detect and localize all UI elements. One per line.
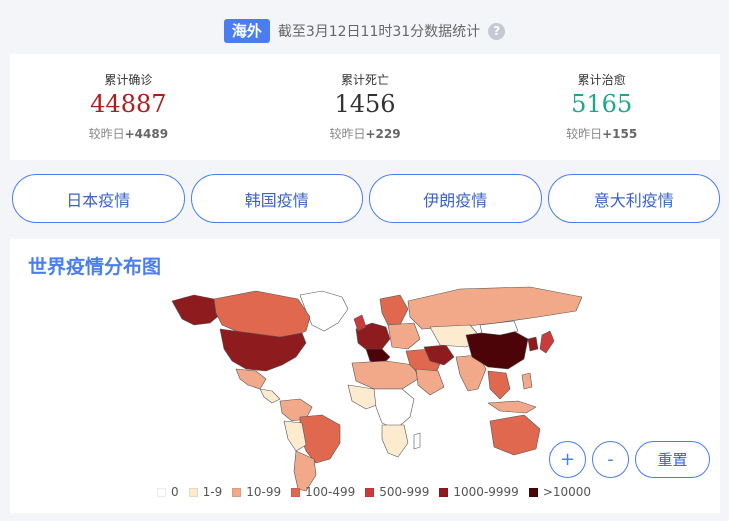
legend-item: >10000 [528,485,592,499]
stat-delta-value: +229 [365,127,401,141]
legend-swatch [157,487,166,497]
region-philippines [521,372,533,390]
tab-korea[interactable]: 韩国疫情 [190,174,363,223]
legend-label: 100-499 [305,485,356,499]
region-peru [283,420,307,452]
stat-delta-prefix: 较昨日 [88,127,125,141]
tab-italy[interactable]: 意大利疫情 [547,174,720,223]
question-icon[interactable]: ? [488,22,506,40]
region-central-africa [373,388,415,430]
region-mexico [235,368,267,390]
region-australia [489,414,541,456]
stat-delta-value: +155 [602,127,638,141]
stat-delta-prefix: 较昨日 [329,127,366,141]
stat-delta-prefix: 较昨日 [566,127,603,141]
legend-swatch [528,487,538,497]
legend-label: 1-9 [202,485,223,499]
stat-value: 5165 [571,90,633,118]
region-korea [527,336,539,352]
stat-delta: 较昨日+229 [329,125,400,142]
stat-label: 累计死亡 [341,73,390,87]
legend-label: 500-999 [379,485,430,499]
zoom-out-button[interactable]: - [592,441,629,478]
region-russia [407,286,583,330]
stat-delta: 较昨日+155 [566,125,637,142]
legend-item: 0 [157,485,179,499]
legend-item: 1000-9999 [439,485,519,499]
legend-label: 10-99 [246,485,282,499]
legend-item: 10-99 [232,485,281,499]
region-south-africa [381,424,409,458]
legend-label: 1000-9999 [453,485,519,499]
stat-deaths: 累计死亡 1456 较昨日+229 [247,54,484,160]
region-usa [219,328,307,372]
tab-japan[interactable]: 日本疫情 [12,174,185,223]
legend-item: 500-999 [365,485,429,499]
world-map-panel: 世界疫情分布图 + - 重置 0 1-9 10-99 100-499 500-9… [10,239,720,513]
region-tag: 海外 [223,19,270,43]
stat-label: 累计确诊 [104,73,153,87]
region-central-america [259,388,281,404]
stat-confirmed: 累计确诊 44887 较昨日+4489 [10,54,247,160]
legend-item: 100-499 [291,485,355,499]
region-se-asia [487,370,511,400]
reset-button[interactable]: 重置 [635,441,710,478]
stat-value: 44887 [90,90,167,118]
legend-label: >10000 [542,485,592,499]
country-tabs: 日本疫情 韩国疫情 伊朗疫情 意大利疫情 [12,174,720,224]
legend-swatch [439,487,449,497]
legend-label: 0 [171,485,179,499]
zoom-in-button[interactable]: + [549,441,586,478]
legend-swatch [232,487,242,497]
stat-time: 截至3月12日11时31分数据统计 [277,24,481,40]
legend-swatch [365,487,375,497]
region-indonesia [487,400,537,414]
stat-delta-value: +4489 [124,127,169,141]
stat-value: 1456 [334,90,396,118]
tab-iran[interactable]: 伊朗疫情 [369,174,542,223]
region-europe-east [387,322,421,350]
legend-item: 1-9 [188,485,223,499]
legend-swatch [188,487,198,497]
stat-label: 累计治愈 [577,73,626,87]
legend-swatch [291,487,301,497]
region-madagascar [413,432,421,450]
region-arabia [415,368,445,396]
stat-recovered: 累计治愈 5165 较昨日+155 [483,54,720,160]
region-scandinavia [379,294,409,326]
region-north-africa [351,360,419,390]
header-bar: 海外 截至3月12日11时31分数据统计 ? [0,16,729,46]
stat-delta: 较昨日+4489 [89,125,168,142]
map-legend: 0 1-9 10-99 100-499 500-999 1000-9999 >1… [157,484,591,500]
stats-panel: 累计确诊 44887 较昨日+4489 累计死亡 1456 较昨日+229 累计… [10,54,720,160]
region-japan [539,330,555,354]
